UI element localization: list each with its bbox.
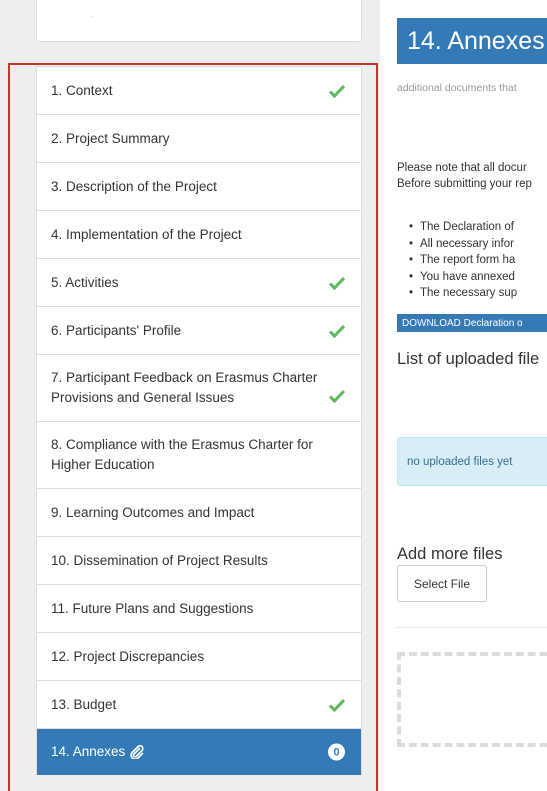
check-icon bbox=[329, 389, 345, 403]
sidebar-item-compliance[interactable]: 8. Compliance with the Erasmus Charter f… bbox=[37, 422, 361, 489]
check-icon bbox=[329, 276, 345, 290]
instructions-text: Please note that all docur Before submit… bbox=[397, 160, 532, 192]
paperclip-icon bbox=[130, 745, 144, 759]
sidebar-item-implementation[interactable]: 4. Implementation of the Project bbox=[37, 211, 361, 259]
checklist-item: The necessary sup bbox=[409, 285, 517, 302]
sidebar-column: · 1. Context 2. Project Summary 3. Descr… bbox=[0, 0, 380, 791]
sidebar-item-label: 13. Budget bbox=[51, 696, 117, 712]
annex-count-badge: 0 bbox=[328, 743, 345, 761]
sidebar-top-card: · bbox=[36, 0, 362, 42]
sidebar-item-future-plans[interactable]: 11. Future Plans and Suggestions bbox=[37, 585, 361, 633]
sidebar-item-discrepancies[interactable]: 12. Project Discrepancies bbox=[37, 633, 361, 681]
cropped-text-fragment: · bbox=[91, 12, 94, 21]
divider bbox=[397, 627, 547, 628]
file-dropzone[interactable] bbox=[397, 652, 547, 747]
check-icon bbox=[329, 324, 345, 338]
page-subtitle: additional documents that bbox=[397, 82, 517, 94]
add-files-heading: Add more files bbox=[397, 545, 503, 563]
sidebar-item-context[interactable]: 1. Context bbox=[37, 67, 361, 115]
main-content: 14. Annexes additional documents that Pl… bbox=[380, 0, 547, 791]
sidebar-item-label: 11. Future Plans and Suggestions bbox=[51, 600, 254, 616]
sidebar-item-project-summary[interactable]: 2. Project Summary bbox=[37, 115, 361, 163]
sidebar-item-participants-profile[interactable]: 6. Participants' Profile bbox=[37, 307, 361, 355]
sidebar-item-label: 14. Annexes bbox=[51, 744, 126, 759]
page-title: 14. Annexes bbox=[397, 18, 547, 64]
instructions-line: Before submitting your rep bbox=[397, 178, 532, 190]
sidebar-item-label: 12. Project Discrepancies bbox=[51, 648, 205, 664]
checklist-item: The report form ha bbox=[409, 252, 517, 269]
sidebar-item-budget[interactable]: 13. Budget bbox=[37, 681, 361, 729]
report-sections-nav: 1. Context 2. Project Summary 3. Descrip… bbox=[36, 66, 362, 775]
sidebar-item-activities[interactable]: 5. Activities bbox=[37, 259, 361, 307]
checklist-item: All necessary infor bbox=[409, 236, 517, 253]
sidebar-item-label: 7. Participant Feedback on Erasmus Chart… bbox=[51, 370, 318, 405]
sidebar-item-annexes[interactable]: 14. Annexes 0 bbox=[37, 729, 361, 775]
checklist: The Declaration of All necessary infor T… bbox=[409, 219, 517, 302]
check-icon bbox=[329, 698, 345, 712]
sidebar-item-label: 9. Learning Outcomes and Impact bbox=[51, 504, 255, 520]
sidebar-item-learning-outcomes[interactable]: 9. Learning Outcomes and Impact bbox=[37, 489, 361, 537]
sidebar-item-participant-feedback[interactable]: 7. Participant Feedback on Erasmus Chart… bbox=[37, 355, 361, 422]
sidebar-item-label: 2. Project Summary bbox=[51, 130, 170, 146]
sidebar-item-label: 10. Dissemination of Project Results bbox=[51, 552, 268, 568]
checklist-item: The Declaration of bbox=[409, 219, 517, 236]
sidebar-item-description[interactable]: 3. Description of the Project bbox=[37, 163, 361, 211]
sidebar-item-dissemination[interactable]: 10. Dissemination of Project Results bbox=[37, 537, 361, 585]
sidebar-item-label: 8. Compliance with the Erasmus Charter f… bbox=[51, 437, 313, 472]
check-icon bbox=[329, 84, 345, 98]
download-declaration-button[interactable]: DOWNLOAD Declaration o bbox=[397, 314, 547, 332]
checklist-item: You have annexed bbox=[409, 269, 517, 286]
sidebar-item-label: 1. Context bbox=[51, 82, 113, 98]
instructions-line: Please note that all docur bbox=[397, 162, 527, 174]
no-files-text: no uploaded files yet bbox=[407, 455, 513, 468]
sidebar-item-label: 4. Implementation of the Project bbox=[51, 226, 242, 242]
sidebar-item-label: 5. Activities bbox=[51, 274, 119, 290]
sidebar-item-label: 6. Participants' Profile bbox=[51, 322, 182, 338]
no-files-alert: no uploaded files yet bbox=[397, 437, 547, 486]
select-file-button[interactable]: Select File bbox=[397, 565, 487, 602]
sidebar-item-label: 3. Description of the Project bbox=[51, 178, 217, 194]
uploaded-files-heading: List of uploaded file bbox=[397, 350, 540, 368]
